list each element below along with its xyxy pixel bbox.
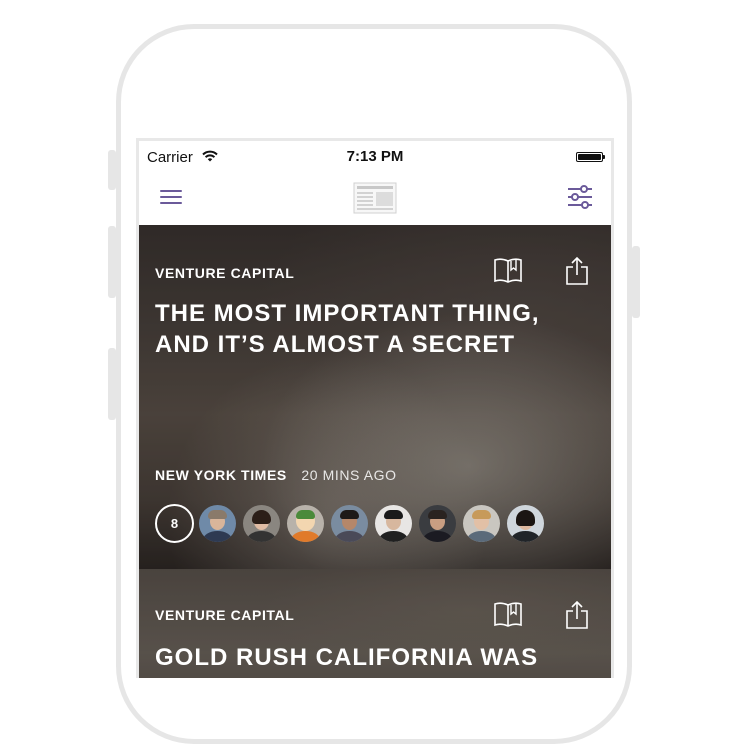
open-book-bookmark-icon[interactable] xyxy=(493,600,523,628)
status-bar: Carrier 7:13 PM xyxy=(139,141,611,171)
article-headline[interactable]: THE MOST IMPORTANT THING, AND IT’S ALMOS… xyxy=(155,298,575,360)
battery-icon xyxy=(576,152,605,162)
article-source: NEW YORK TIMES xyxy=(155,467,287,483)
avatar[interactable] xyxy=(419,505,456,542)
avatar[interactable] xyxy=(375,505,412,542)
headline-line: THE MOST IMPORTANT THING, xyxy=(155,300,540,327)
article-card[interactable]: VENTURE CAPITAL THE MOST IMPORTANT THING… xyxy=(139,225,611,569)
status-time: 7:13 PM xyxy=(346,148,404,165)
avatar[interactable] xyxy=(331,505,368,542)
phone-volume-down xyxy=(108,348,116,420)
avatar[interactable] xyxy=(463,505,500,542)
article-time-ago: 20 MINS AGO xyxy=(301,467,397,483)
sliders-filter-icon[interactable] xyxy=(565,184,595,210)
avatar[interactable] xyxy=(287,505,324,542)
headline-line: AND IT’S ALMOST A SECRET xyxy=(155,331,515,358)
share-upload-icon[interactable] xyxy=(565,600,589,630)
article-category: VENTURE CAPITAL xyxy=(155,607,295,623)
article-category: VENTURE CAPITAL xyxy=(155,265,295,281)
phone-mute-switch xyxy=(108,150,116,190)
newspaper-logo-icon[interactable] xyxy=(353,182,397,214)
phone-power-button xyxy=(632,246,640,318)
share-upload-icon[interactable] xyxy=(565,256,589,286)
open-book-bookmark-icon[interactable] xyxy=(493,256,523,284)
share-count-badge[interactable]: 8 xyxy=(155,504,194,543)
phone-volume-up xyxy=(108,226,116,298)
app-screen: Carrier 7:13 PM VENTURE CAPITAL THE MOST… xyxy=(136,138,614,678)
hamburger-menu-icon[interactable] xyxy=(157,185,185,209)
headline-line: GOLD RUSH CALIFORNIA WAS xyxy=(155,644,539,671)
article-headline[interactable]: GOLD RUSH CALIFORNIA WAS xyxy=(155,642,575,673)
article-card[interactable]: VENTURE CAPITAL GOLD RUSH CALIFORNIA WAS xyxy=(139,569,611,678)
avatar[interactable] xyxy=(243,505,280,542)
avatar[interactable] xyxy=(199,505,236,542)
navigation-bar xyxy=(139,171,611,226)
avatar[interactable] xyxy=(507,505,544,542)
article-meta: NEW YORK TIMES 20 MINS AGO xyxy=(155,467,397,483)
